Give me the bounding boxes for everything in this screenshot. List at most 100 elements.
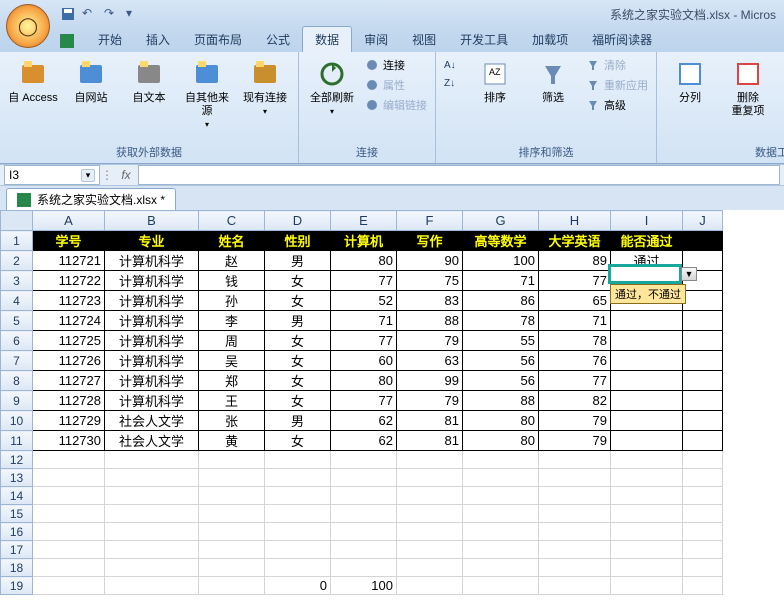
cell-F8[interactable]: 99 bbox=[397, 371, 463, 391]
cell-J16[interactable] bbox=[683, 523, 723, 541]
cell-F2[interactable]: 90 bbox=[397, 251, 463, 271]
cell-H14[interactable] bbox=[539, 487, 611, 505]
cell-H8[interactable]: 77 bbox=[539, 371, 611, 391]
cell-E17[interactable] bbox=[331, 541, 397, 559]
conn-item-1[interactable]: 属性 bbox=[363, 76, 429, 94]
ribbon-tab-8[interactable]: 加载项 bbox=[520, 27, 580, 52]
cell-B11[interactable]: 社会人文学 bbox=[105, 431, 199, 451]
cell-B3[interactable]: 计算机科学 bbox=[105, 271, 199, 291]
sf-item-0[interactable]: 清除 bbox=[584, 56, 650, 74]
col-header-G[interactable]: G bbox=[463, 211, 539, 231]
cell-H6[interactable]: 78 bbox=[539, 331, 611, 351]
cell-G3[interactable]: 71 bbox=[463, 271, 539, 291]
cell-H4[interactable]: 65 bbox=[539, 291, 611, 311]
sort-asc-button[interactable]: A↓ bbox=[442, 56, 464, 72]
cell-D6[interactable]: 女 bbox=[265, 331, 331, 351]
datatool-btn-1[interactable]: 删除 重复项 bbox=[721, 56, 775, 120]
cell-H12[interactable] bbox=[539, 451, 611, 469]
sort-desc-button[interactable]: Z↓ bbox=[442, 74, 464, 90]
cell-G16[interactable] bbox=[463, 523, 539, 541]
cell-G10[interactable]: 80 bbox=[463, 411, 539, 431]
datatool-btn-0[interactable]: 分列 bbox=[663, 56, 717, 107]
cell-G14[interactable] bbox=[463, 487, 539, 505]
cell-H13[interactable] bbox=[539, 469, 611, 487]
cell-J7[interactable] bbox=[683, 351, 723, 371]
cell-D11[interactable]: 女 bbox=[265, 431, 331, 451]
cell-C7[interactable]: 吴 bbox=[199, 351, 265, 371]
save-icon[interactable] bbox=[60, 6, 76, 22]
cell-H11[interactable]: 79 bbox=[539, 431, 611, 451]
ribbon-tab-4[interactable]: 数据 bbox=[302, 26, 352, 52]
cell-G1[interactable]: 高等数学 bbox=[463, 231, 539, 251]
cell-I13[interactable] bbox=[611, 469, 683, 487]
cell-D19[interactable]: 0 bbox=[265, 577, 331, 595]
cell-C15[interactable] bbox=[199, 505, 265, 523]
col-header-H[interactable]: H bbox=[539, 211, 611, 231]
cell-F5[interactable]: 88 bbox=[397, 311, 463, 331]
cell-J13[interactable] bbox=[683, 469, 723, 487]
cell-J9[interactable] bbox=[683, 391, 723, 411]
cell-A12[interactable] bbox=[33, 451, 105, 469]
cell-D5[interactable]: 男 bbox=[265, 311, 331, 331]
cell-B12[interactable] bbox=[105, 451, 199, 469]
cell-G18[interactable] bbox=[463, 559, 539, 577]
cell-G7[interactable]: 56 bbox=[463, 351, 539, 371]
cell-E12[interactable] bbox=[331, 451, 397, 469]
cell-F10[interactable]: 81 bbox=[397, 411, 463, 431]
cell-H19[interactable] bbox=[539, 577, 611, 595]
cell-C1[interactable]: 姓名 bbox=[199, 231, 265, 251]
cell-F19[interactable] bbox=[397, 577, 463, 595]
cell-H9[interactable]: 82 bbox=[539, 391, 611, 411]
cell-E1[interactable]: 计算机 bbox=[331, 231, 397, 251]
cell-I17[interactable] bbox=[611, 541, 683, 559]
cell-I6[interactable] bbox=[611, 331, 683, 351]
sort-button[interactable]: AZ 排序 bbox=[468, 56, 522, 107]
cell-J12[interactable] bbox=[683, 451, 723, 469]
row-header-9[interactable]: 9 bbox=[1, 391, 33, 411]
row-header-5[interactable]: 5 bbox=[1, 311, 33, 331]
cell-E14[interactable] bbox=[331, 487, 397, 505]
sf-item-1[interactable]: 重新应用 bbox=[584, 76, 650, 94]
cell-J14[interactable] bbox=[683, 487, 723, 505]
cell-I18[interactable] bbox=[611, 559, 683, 577]
conn-item-0[interactable]: 连接 bbox=[363, 56, 429, 74]
row-header-16[interactable]: 16 bbox=[1, 523, 33, 541]
cell-J1[interactable] bbox=[683, 231, 723, 251]
cell-F16[interactable] bbox=[397, 523, 463, 541]
cell-J18[interactable] bbox=[683, 559, 723, 577]
redo-icon[interactable]: ↷ bbox=[104, 6, 120, 22]
ribbon-tab-9[interactable]: 福昕阅读器 bbox=[580, 27, 664, 52]
cell-A9[interactable]: 112728 bbox=[33, 391, 105, 411]
cell-B13[interactable] bbox=[105, 469, 199, 487]
cell-C14[interactable] bbox=[199, 487, 265, 505]
cell-I11[interactable] bbox=[611, 431, 683, 451]
col-header-B[interactable]: B bbox=[105, 211, 199, 231]
ribbon-tab-7[interactable]: 开发工具 bbox=[448, 27, 520, 52]
cell-D13[interactable] bbox=[265, 469, 331, 487]
cell-J4[interactable] bbox=[683, 291, 723, 311]
col-header-E[interactable]: E bbox=[331, 211, 397, 231]
cell-I7[interactable] bbox=[611, 351, 683, 371]
cell-B4[interactable]: 计算机科学 bbox=[105, 291, 199, 311]
cell-J11[interactable] bbox=[683, 431, 723, 451]
cell-D16[interactable] bbox=[265, 523, 331, 541]
cell-C17[interactable] bbox=[199, 541, 265, 559]
cell-D18[interactable] bbox=[265, 559, 331, 577]
cell-C13[interactable] bbox=[199, 469, 265, 487]
cell-E10[interactable]: 62 bbox=[331, 411, 397, 431]
cell-C11[interactable]: 黄 bbox=[199, 431, 265, 451]
row-header-8[interactable]: 8 bbox=[1, 371, 33, 391]
cell-H17[interactable] bbox=[539, 541, 611, 559]
cell-G13[interactable] bbox=[463, 469, 539, 487]
cell-E3[interactable]: 77 bbox=[331, 271, 397, 291]
cell-C10[interactable]: 张 bbox=[199, 411, 265, 431]
validation-active-cell[interactable]: ▼ bbox=[608, 264, 682, 284]
cell-B1[interactable]: 专业 bbox=[105, 231, 199, 251]
cell-C3[interactable]: 钱 bbox=[199, 271, 265, 291]
col-header-I[interactable]: I bbox=[611, 211, 683, 231]
row-header-6[interactable]: 6 bbox=[1, 331, 33, 351]
cell-F1[interactable]: 写作 bbox=[397, 231, 463, 251]
cell-D12[interactable] bbox=[265, 451, 331, 469]
cell-F15[interactable] bbox=[397, 505, 463, 523]
cell-C16[interactable] bbox=[199, 523, 265, 541]
